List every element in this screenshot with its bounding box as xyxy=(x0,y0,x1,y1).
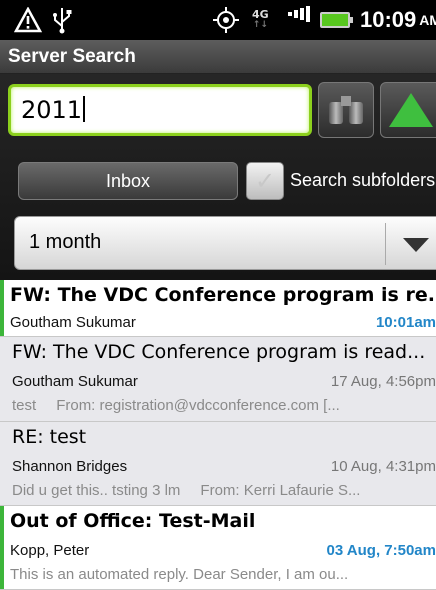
subfolders-checkbox[interactable]: ✓ xyxy=(246,162,284,200)
message-time: 17 Aug, 4:56pm xyxy=(330,373,436,390)
search-input[interactable]: 2011 xyxy=(8,84,312,136)
title-bar: Server Search xyxy=(0,40,436,74)
signal-icon xyxy=(288,0,310,40)
search-button[interactable] xyxy=(318,82,374,138)
search-panel: 2011 Inbox ✓ Search subfolders 1 month xyxy=(0,74,436,280)
chevron-down-icon xyxy=(403,238,429,252)
unread-indicator xyxy=(0,280,4,336)
message-sender: Kopp, Peter xyxy=(10,542,90,559)
warning-icon xyxy=(14,0,42,40)
list-item[interactable]: Out of Office: Test-Mail Kopp, Peter 03 … xyxy=(0,506,436,590)
preview-from: From: Kerri Lafaurie S... xyxy=(200,482,361,499)
list-item[interactable]: RE: test Shannon Bridges 10 Aug, 4:31pm … xyxy=(0,422,436,506)
message-subject: RE: test xyxy=(12,426,87,448)
message-preview: Did u get this.. tsting 3 lm From: Kerri … xyxy=(12,482,436,499)
folder-button[interactable]: Inbox xyxy=(18,162,238,200)
binoculars-icon xyxy=(329,96,363,124)
preview-body: Did u get this.. tsting 3 lm xyxy=(12,482,181,499)
checkmark-icon: ✓ xyxy=(254,167,276,195)
unread-indicator xyxy=(0,506,4,589)
message-time: 03 Aug, 7:50am xyxy=(326,542,436,559)
battery-icon xyxy=(320,0,353,40)
message-sender: Goutham Sukumar xyxy=(10,314,136,331)
message-time: 10:01am xyxy=(375,314,436,331)
preview-body: test xyxy=(12,397,37,414)
list-item[interactable]: FW: The VDC Conference program is read..… xyxy=(0,337,436,422)
usb-icon xyxy=(52,0,72,40)
network-icon: 4G ↑↓ xyxy=(252,8,269,30)
network-label: 4G xyxy=(252,8,269,21)
message-preview: This is an automated reply. Dear Sender,… xyxy=(10,566,349,583)
message-time: 10 Aug, 4:31pm xyxy=(330,458,436,475)
message-preview: test From: registration@vdcconference.com… xyxy=(12,397,436,414)
message-list: FW: The VDC Conference program is re... … xyxy=(0,280,436,590)
message-sender: Goutham Sukumar xyxy=(12,373,138,390)
expand-search-button[interactable] xyxy=(380,82,436,138)
clock-ampm: AM xyxy=(419,12,436,28)
folder-button-label: Inbox xyxy=(105,170,151,191)
dropdown-divider xyxy=(385,223,386,265)
message-subject: Out of Office: Test-Mail xyxy=(10,510,256,532)
message-subject: FW: The VDC Conference program is read..… xyxy=(12,341,426,363)
clock-time: 10:09 xyxy=(360,7,417,32)
date-range-select[interactable]: 1 month xyxy=(14,216,436,270)
expand-triangle-icon xyxy=(389,93,433,127)
gps-icon xyxy=(212,0,240,40)
search-input-value: 2011 xyxy=(21,96,83,124)
subfolders-label[interactable]: Search subfolders xyxy=(290,170,435,191)
text-cursor xyxy=(83,96,86,122)
list-item[interactable]: FW: The VDC Conference program is re... … xyxy=(0,280,436,337)
date-range-value: 1 month xyxy=(29,231,102,253)
status-bar: 4G ↑↓ 10:09 AM xyxy=(0,0,436,40)
message-sender: Shannon Bridges xyxy=(12,458,128,475)
clock: 10:09 AM xyxy=(360,0,436,40)
message-subject: FW: The VDC Conference program is re... xyxy=(10,284,434,306)
preview-from: From: registration@vdcconference.com [..… xyxy=(56,397,340,414)
page-title: Server Search xyxy=(8,46,136,67)
